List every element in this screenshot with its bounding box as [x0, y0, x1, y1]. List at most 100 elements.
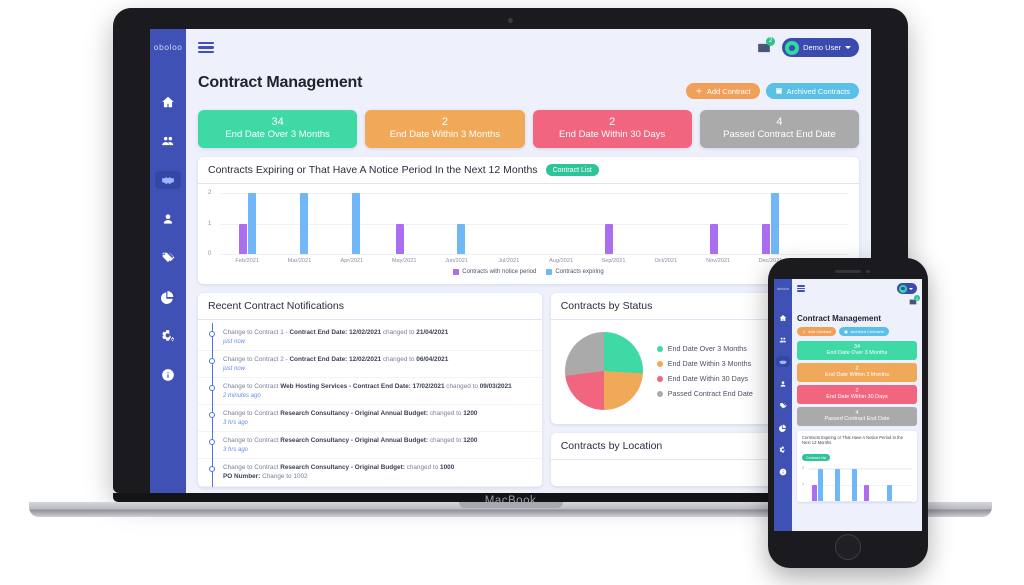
kpi-card-within-3-months[interactable]: 2 End Date Within 3 Months — [365, 110, 525, 148]
kpi-card-passed-end-date[interactable]: 4 Passed Contract End Date — [699, 110, 859, 148]
bar[interactable] — [812, 484, 818, 501]
avatar — [785, 40, 800, 55]
bar[interactable] — [761, 223, 770, 254]
card-title: Contracts by Status — [560, 300, 653, 312]
bar[interactable] — [835, 468, 841, 501]
sidebar-item-reports[interactable] — [155, 288, 181, 306]
notification-item[interactable]: Change to Contract Research Consultancy … — [198, 458, 542, 487]
sidebar-item-suppliers[interactable] — [155, 132, 181, 150]
phone-sidebar-item-suppliers[interactable] — [776, 334, 790, 345]
phone-sidebar-item-info[interactable] — [776, 466, 790, 477]
phone-sidebar-item-profile[interactable] — [776, 378, 790, 389]
phone-user-menu[interactable] — [897, 283, 917, 294]
bar[interactable] — [352, 193, 361, 254]
timeline-dot — [209, 439, 215, 445]
lower-row: Recent Contract Notifications Change to … — [198, 293, 859, 487]
users-icon — [161, 134, 175, 148]
notification-item[interactable]: Change to Contract Research Consultancy … — [198, 404, 542, 432]
legend-item[interactable]: Contracts with notice period — [453, 269, 536, 275]
phone-kpi-card[interactable]: 34 End Date Over 3 Months — [797, 341, 917, 360]
notification-item[interactable]: Change to Contract Research Consultancy … — [198, 431, 542, 459]
bar[interactable] — [886, 484, 892, 501]
hamburger-icon[interactable] — [198, 41, 214, 54]
phone-app-logo[interactable]: oboloo — [774, 279, 792, 298]
phone-kpi-card[interactable]: 2 End Date Within 30 Days — [797, 385, 917, 404]
bar-group — [843, 468, 860, 501]
pie-legend-item[interactable]: End Date Within 3 Months — [656, 359, 753, 368]
phone-sidebar-item-contracts[interactable] — [776, 356, 790, 367]
sidebar-item-info[interactable] — [155, 366, 181, 384]
bar-group — [797, 193, 849, 254]
bar-series-container — [221, 193, 849, 254]
notification-item[interactable]: Change to Contract 1 - Contract End Date… — [198, 323, 542, 351]
bar[interactable] — [299, 193, 308, 254]
phone-kpi-card[interactable]: 2 End Date Within 3 Months — [797, 363, 917, 382]
notification-timestamp: just now — [223, 366, 246, 372]
sidebar-item-profile[interactable] — [155, 210, 181, 228]
archived-contracts-button[interactable]: Archived Contracts — [765, 83, 859, 99]
sidebar-item-settings[interactable] — [155, 327, 181, 345]
bar-group — [587, 193, 639, 254]
legend-item[interactable]: Contracts expiring — [546, 269, 604, 275]
add-contract-button[interactable]: Add Contract — [685, 83, 760, 99]
phone-screen: oboloo 2 Contract Management Add Contrac… — [774, 279, 922, 531]
bar[interactable] — [395, 223, 404, 254]
bar-group — [483, 193, 535, 254]
y-axis-tick: 2 — [208, 190, 212, 196]
bar[interactable] — [604, 223, 613, 254]
notification-item[interactable]: Change to Contract Web Hosting Services … — [198, 377, 542, 405]
messages-button[interactable]: 2 — [757, 36, 776, 55]
bar[interactable] — [247, 193, 256, 254]
phone-kpi-card[interactable]: 4 Passed Contract End Date — [797, 407, 917, 426]
phone-sidebar-item-reports[interactable] — [776, 422, 790, 433]
bar[interactable] — [863, 484, 869, 501]
notification-text: Change to Contract Research Consultancy … — [223, 437, 478, 444]
contract-list-button[interactable]: Contract List — [545, 164, 599, 176]
x-axis-tick: Jun/2021 — [444, 258, 468, 264]
phone-add-contract-button[interactable]: Add Contract — [797, 327, 837, 336]
page-title: Contract Management — [198, 74, 363, 91]
bar[interactable] — [709, 223, 718, 254]
user-menu[interactable]: Demo User — [782, 38, 859, 57]
app-logo[interactable]: oboloo — [150, 29, 186, 66]
bar-group — [326, 193, 378, 254]
kpi-value: 2 — [441, 116, 448, 128]
person-icon — [779, 380, 787, 388]
notification-text: Change to Contract Research Consultancy … — [223, 410, 478, 417]
bar-group — [861, 469, 878, 501]
laptop-screen: oboloo 2 Demo User Contract Management A… — [150, 29, 871, 493]
bar[interactable] — [456, 223, 465, 254]
bar[interactable] — [852, 468, 858, 501]
phone-messages-button[interactable]: 2 — [909, 295, 920, 306]
phone-contract-list-button[interactable]: Contract List — [802, 454, 831, 462]
phone-sidebar-item-savings[interactable] — [776, 400, 790, 411]
bar[interactable] — [238, 223, 247, 254]
notification-item[interactable]: Change to Contract 2 - Contract End Date… — [198, 350, 542, 378]
pie-legend-item[interactable]: End Date Over 3 Months — [656, 344, 753, 353]
kpi-value: 34 — [271, 116, 284, 128]
phone-card-title: Contracts Expiring or That Have A Notice… — [802, 435, 903, 446]
kpi-card-over-3-months[interactable]: 34 End Date Over 3 Months — [198, 110, 358, 148]
phone-archived-contracts-button[interactable]: Archived Contracts — [839, 327, 890, 336]
handshake-icon — [161, 173, 175, 187]
bar[interactable] — [818, 468, 824, 501]
bar[interactable] — [770, 193, 779, 254]
sidebar-item-contracts[interactable] — [155, 171, 181, 189]
bar-group — [744, 193, 796, 254]
sidebar-item-savings[interactable] — [155, 249, 181, 267]
sidebar-item-home[interactable] — [155, 93, 181, 111]
pie-legend-item[interactable]: Passed Contract End Date — [656, 389, 753, 398]
hamburger-icon[interactable] — [797, 285, 805, 292]
notification-text: Change to Contract Web Hosting Services … — [223, 383, 512, 390]
topbar: 2 Demo User — [186, 29, 871, 66]
phone-sidebar-item-settings[interactable] — [776, 444, 790, 455]
pie-legend-item[interactable]: End Date Within 30 Days — [656, 374, 753, 383]
phone-home-button[interactable] — [835, 534, 861, 560]
pie-legend-swatch — [656, 390, 663, 397]
kpi-card-within-30-days[interactable]: 2 End Date Within 30 Days — [532, 110, 692, 148]
sidebar: oboloo — [150, 29, 186, 493]
phone-sidebar-item-home[interactable] — [776, 312, 790, 323]
bar-group — [640, 193, 692, 254]
legend-swatch — [453, 269, 460, 275]
pie-chart-legend: End Date Over 3 Months End Date Within 3 … — [656, 344, 753, 398]
